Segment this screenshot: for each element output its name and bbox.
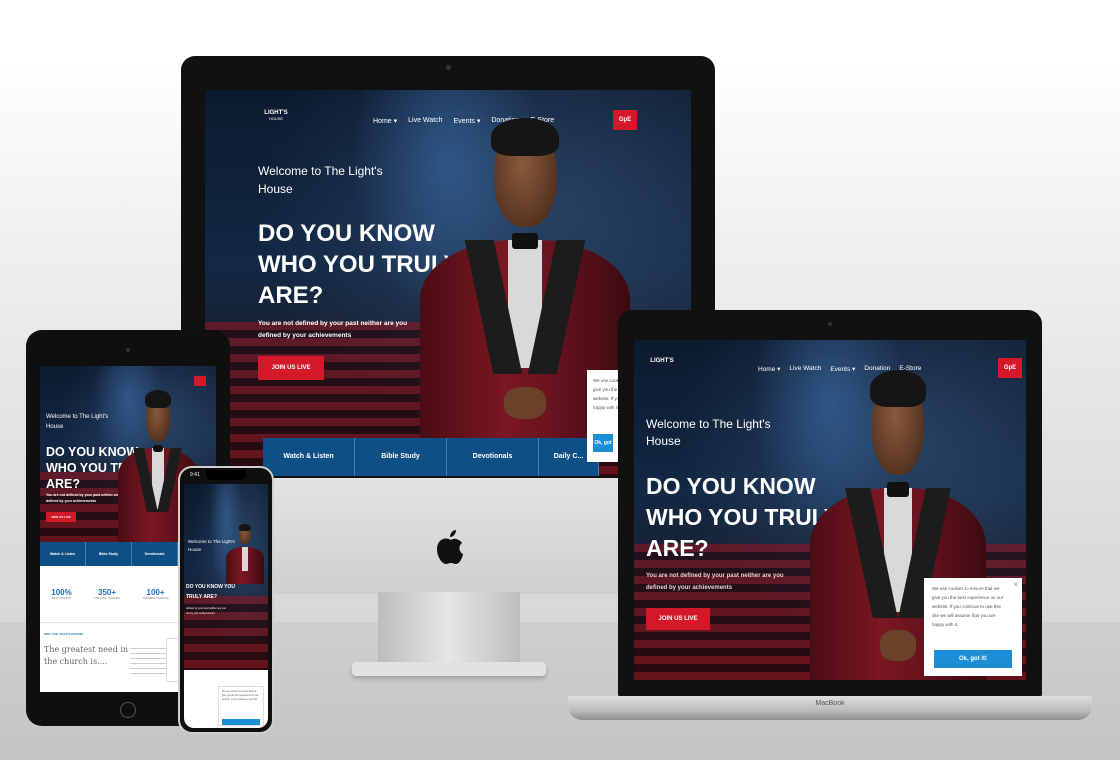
tab-watch-listen[interactable]: Watch & Listen	[40, 542, 86, 566]
hero-subtext-1: You are not defined by your past neither…	[646, 573, 784, 579]
stats-row: 100% DAILY WORSHIP 350+ FIVE-FOLD TEACHE…	[40, 588, 180, 600]
why-label: WHY THE LIGHT'S HOUSE?	[44, 632, 84, 636]
macbook-brand: MacBook	[815, 700, 845, 707]
cookie-close-icon[interactable]: ×	[1013, 580, 1018, 589]
cookie-text: We use cookies to ensure that we	[932, 586, 1000, 591]
header-cta-button[interactable]: GpE	[998, 358, 1022, 378]
tab-devotionals[interactable]: Devotionals	[132, 542, 178, 566]
greatest-need-heading: The greatest need in	[44, 645, 129, 654]
category-tabs: Watch & Listen Bible Study Devotionals	[40, 542, 178, 566]
category-tabs: Watch & Listen Bible Study Devotionals D…	[263, 438, 599, 476]
logo-subtext: HOUSE	[268, 116, 284, 121]
site-logo[interactable]: LIGHT'S HOUSE	[263, 100, 289, 128]
tab-bible-study[interactable]: Bible Study	[355, 438, 447, 476]
welcome-text: Welcome to The Light's	[258, 164, 383, 178]
hero-headline-2: TRULY ARE?	[186, 594, 217, 600]
macbook-camera	[828, 322, 832, 326]
hero-subtext-2: defined by your achievements	[258, 332, 352, 339]
ipad-camera	[126, 348, 130, 352]
apple-logo-icon	[434, 528, 464, 566]
welcome-text-2: House	[646, 434, 681, 448]
stat-value: 100%	[51, 588, 72, 597]
tab-devotionals[interactable]: Devotionals	[447, 438, 539, 476]
join-us-live-button[interactable]: JOIN US LIVE	[258, 356, 324, 380]
stat-label: DAILY WORSHIP	[51, 597, 72, 600]
stat-item: 100% DAILY WORSHIP	[51, 588, 71, 600]
stat-value: 100+	[146, 588, 165, 597]
cookie-text: happy with it.	[932, 622, 959, 627]
status-time: 9:41	[190, 472, 200, 478]
join-us-live-button[interactable]: JOIN US LIVE	[46, 512, 76, 522]
imac-stand-neck	[378, 592, 520, 664]
imac-stand-foot	[352, 662, 546, 676]
iphone-hero: Welcome to The Light's House DO YOU KNOW…	[184, 484, 268, 670]
iphone-screen: Welcome to The Light's House DO YOU KNOW…	[184, 484, 268, 728]
pastor-portrait	[226, 524, 264, 584]
stat-label: THE BIBLE TEACHING	[142, 597, 169, 600]
welcome-text-2: House	[46, 424, 64, 430]
imac-camera	[446, 65, 451, 70]
iphone-notch	[206, 470, 246, 480]
ipad-home-button[interactable]	[120, 702, 136, 718]
hero-subtext-2: defined by your achievements	[646, 585, 733, 591]
cookie-text: give you the best experience on our	[932, 595, 1004, 600]
hero-subtext-1: You are not defined by your past neither…	[258, 320, 408, 327]
header-cta-button[interactable]	[194, 376, 206, 386]
join-us-live-button[interactable]: JOIN US LIVE	[646, 608, 710, 630]
nav-home[interactable]: Home ▾	[373, 117, 397, 125]
cookie-text: website. If you continue to use this	[222, 699, 258, 701]
cookie-text: website. If you continue to use this	[932, 604, 1001, 609]
site-logo[interactable]: LIGHT'S	[650, 348, 674, 374]
nav-home[interactable]: Home ▾	[758, 365, 780, 373]
cookie-ok-button[interactable]: Ok, got it!	[934, 650, 1012, 668]
greatest-need-heading-2: the church is....	[44, 657, 108, 666]
stat-item: 350+ FIVE-FOLD TEACHER	[94, 588, 120, 600]
tab-bible-study[interactable]: Bible Study	[86, 542, 132, 566]
cookie-notice: We use cookies to ensure that we give yo…	[218, 686, 264, 726]
hero-subtext-2: defined by your achievements	[46, 499, 97, 503]
body-text-block	[130, 648, 170, 678]
stat-label: FIVE-FOLD TEACHER	[94, 597, 120, 600]
tab-watch-listen[interactable]: Watch & Listen	[263, 438, 355, 476]
cookie-ok-button[interactable]	[222, 719, 260, 725]
welcome-text-2: House	[258, 182, 293, 196]
stat-value: 350+	[98, 588, 117, 597]
cookie-ok-button[interactable]: Ok, got it!	[593, 434, 613, 452]
welcome-text: Welcome to The Light's	[46, 414, 109, 420]
stat-item: 100+ THE BIBLE TEACHING	[142, 588, 168, 600]
macbook-screen: LIGHT'S Home ▾ Live Watch Events ▾ Donat…	[634, 340, 1026, 680]
logo-text: LIGHT'S	[650, 358, 674, 364]
cookie-text: site we will assume that you are	[932, 613, 996, 618]
welcome-text: Welcome to The Light's	[646, 417, 771, 431]
cookie-notice: × We use cookies to ensure that we give …	[924, 578, 1022, 676]
hero-subtext-2: our by your achievements	[186, 612, 215, 615]
